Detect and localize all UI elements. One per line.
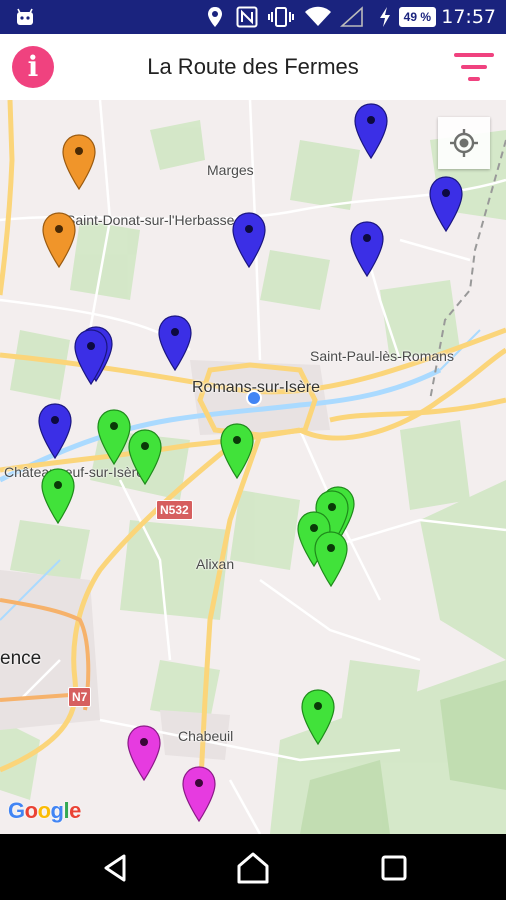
my-location-button[interactable] <box>438 117 490 169</box>
crosshair-icon <box>450 129 478 157</box>
farm-marker-green[interactable] <box>300 688 336 746</box>
farm-marker-blue[interactable] <box>428 175 464 233</box>
filter-icon[interactable] <box>454 50 494 84</box>
place-label-saint-donat: Saint-Donat-sur-l'Herbasse <box>66 212 235 228</box>
place-label-marges: Marges <box>207 162 254 178</box>
farm-marker-blue[interactable] <box>157 314 193 372</box>
farm-marker-green[interactable] <box>40 467 76 525</box>
farm-marker-green[interactable] <box>313 530 349 588</box>
app-title: La Route des Fermes <box>147 54 359 79</box>
farm-marker-magenta[interactable] <box>181 765 217 823</box>
info-icon[interactable]: i <box>12 46 54 88</box>
back-icon[interactable] <box>96 848 136 888</box>
recents-icon[interactable] <box>374 848 414 888</box>
place-label-chabeuil: Chabeuil <box>178 728 234 744</box>
battery-level: 49 % <box>398 7 436 27</box>
road-shield-n7: N7 <box>68 687 92 707</box>
farm-marker-green[interactable] <box>127 428 163 486</box>
location-icon <box>206 0 224 34</box>
app-bar: La Route des Fermes i <box>0 34 506 100</box>
place-label-saint-paul: Saint-Paul-lès-Romans <box>310 348 454 364</box>
system-nav-bar <box>0 834 506 900</box>
farm-marker-orange[interactable] <box>61 133 97 191</box>
farm-marker-blue[interactable] <box>37 402 73 460</box>
android-icon <box>14 0 36 34</box>
farm-marker-blue[interactable] <box>231 211 267 269</box>
map-view[interactable]: Marges Saint-Donat-sur-l'Herbasse Saint-… <box>0 100 506 834</box>
road-shield-n532: N532 <box>156 500 193 520</box>
farm-marker-blue[interactable] <box>73 328 109 386</box>
farm-marker-blue[interactable] <box>353 102 389 160</box>
status-bar: 49 % 17:57 <box>0 0 506 34</box>
farm-marker-green[interactable] <box>219 422 255 480</box>
place-label-valence: ence <box>0 648 42 669</box>
wifi-icon <box>304 0 332 34</box>
farm-marker-blue[interactable] <box>349 220 385 278</box>
signal-icon <box>340 0 364 34</box>
farm-marker-orange[interactable] <box>41 211 77 269</box>
farm-marker-magenta[interactable] <box>126 724 162 782</box>
clock: 17:57 <box>441 6 496 28</box>
vibrate-icon <box>268 0 294 34</box>
home-icon[interactable] <box>233 848 273 888</box>
place-label-alixan: Alixan <box>196 556 235 572</box>
nfc-icon <box>236 0 258 34</box>
google-logo: Google <box>8 798 81 823</box>
user-location-dot <box>246 390 262 406</box>
battery-indicator: 49 % <box>398 0 436 34</box>
charging-icon <box>378 0 392 34</box>
